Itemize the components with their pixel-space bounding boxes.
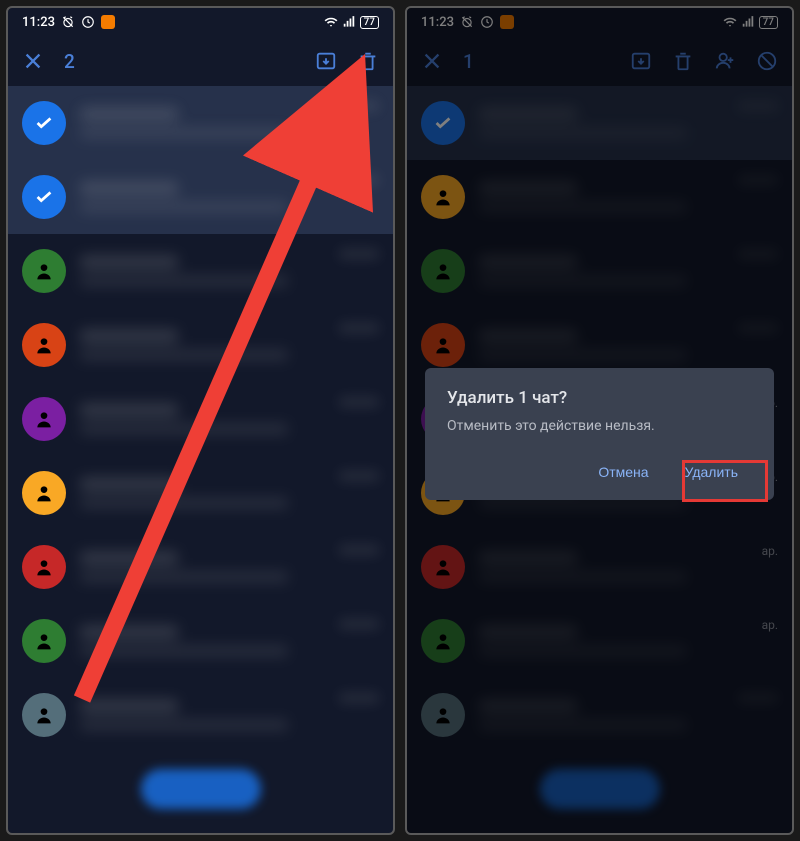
avatar <box>22 619 66 663</box>
signal-icon <box>342 15 356 29</box>
chat-preview <box>80 181 325 213</box>
chat-item[interactable] <box>8 160 393 234</box>
chat-item[interactable] <box>8 234 393 308</box>
chat-item[interactable] <box>8 308 393 382</box>
chat-item[interactable] <box>8 604 393 678</box>
chat-timestamp <box>339 174 379 186</box>
archive-icon[interactable] <box>315 50 337 72</box>
chat-timestamp <box>339 396 379 408</box>
selection-toolbar: 2 <box>8 36 393 86</box>
alarm-off-icon <box>61 15 75 29</box>
compose-fab[interactable] <box>141 769 261 809</box>
chat-timestamp <box>339 544 379 556</box>
notification-badge-icon <box>101 15 115 29</box>
avatar <box>22 471 66 515</box>
phone-screen-right: 11:23 77 1 <box>405 6 794 835</box>
avatar <box>22 397 66 441</box>
chat-timestamp <box>339 100 379 112</box>
chat-preview <box>80 477 325 509</box>
chat-list[interactable] <box>8 86 393 833</box>
status-bar: 11:23 77 <box>8 8 393 36</box>
wifi-icon <box>324 15 338 29</box>
chat-item[interactable] <box>8 382 393 456</box>
delete-icon[interactable] <box>357 50 379 72</box>
check-icon <box>22 101 66 145</box>
chat-item[interactable] <box>8 678 393 752</box>
chat-timestamp <box>339 618 379 630</box>
avatar <box>22 323 66 367</box>
avatar <box>22 545 66 589</box>
status-time: 11:23 <box>22 15 55 30</box>
dialog-title: Удалить 1 чат? <box>447 388 752 408</box>
close-icon[interactable] <box>22 50 44 72</box>
cancel-button[interactable]: Отмена <box>584 456 662 488</box>
chat-preview <box>80 625 325 657</box>
chat-item[interactable] <box>8 456 393 530</box>
chat-preview <box>80 699 325 731</box>
clock-icon <box>81 15 95 29</box>
chat-item[interactable] <box>8 86 393 160</box>
check-icon <box>22 175 66 219</box>
avatar <box>22 249 66 293</box>
selection-count: 2 <box>64 50 75 73</box>
confirm-delete-button[interactable]: Удалить <box>671 456 752 488</box>
battery-level: 77 <box>360 16 379 29</box>
avatar <box>22 693 66 737</box>
chat-item[interactable] <box>8 530 393 604</box>
chat-preview <box>80 255 325 287</box>
chat-timestamp <box>339 692 379 704</box>
phone-screen-left: 11:23 77 2 <box>6 6 395 835</box>
chat-preview <box>80 403 325 435</box>
dialog-message: Отменить это действие нельзя. <box>447 418 752 434</box>
chat-timestamp <box>339 470 379 482</box>
chat-preview <box>80 329 325 361</box>
delete-confirm-dialog: Удалить 1 чат? Отменить это действие нел… <box>425 368 774 500</box>
chat-timestamp <box>339 248 379 260</box>
chat-preview <box>80 107 325 139</box>
chat-timestamp <box>339 322 379 334</box>
chat-preview <box>80 551 325 583</box>
